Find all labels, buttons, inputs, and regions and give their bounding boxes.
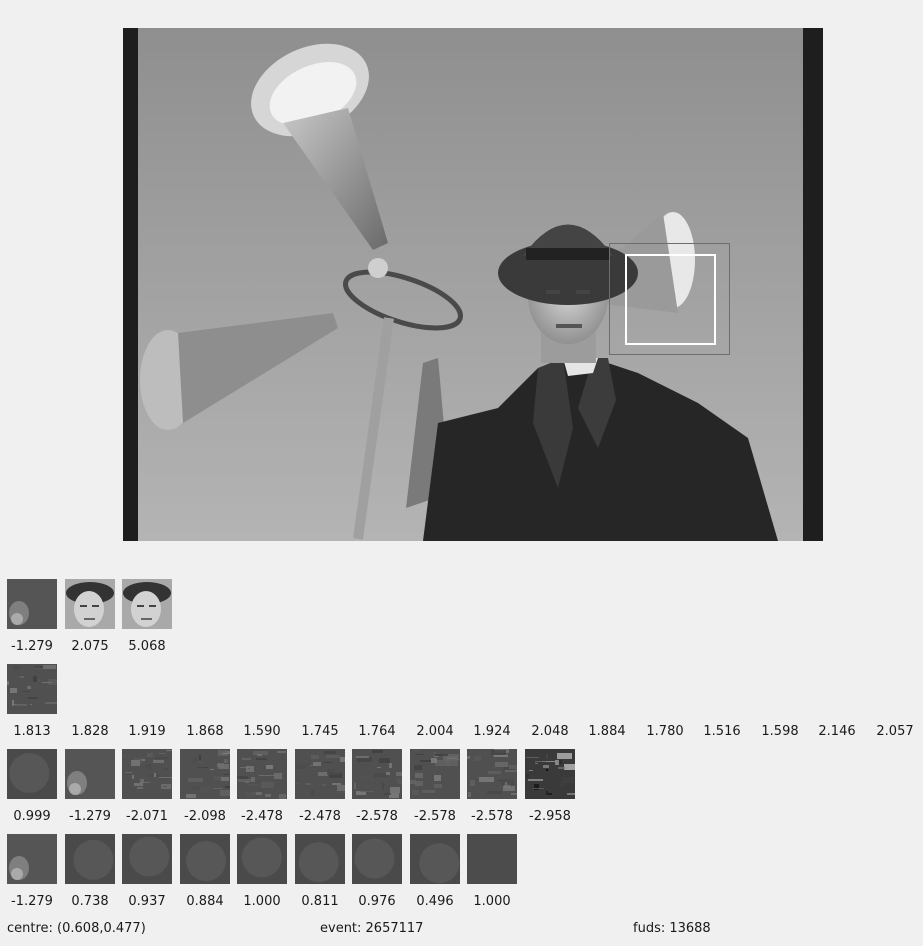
thumbnail-value-label: 2.004: [416, 724, 454, 739]
thumbnail: [7, 664, 57, 714]
thumbnail-value-label: -2.578: [356, 809, 398, 824]
thumbnail-value-label: 1.000: [243, 894, 281, 909]
thumbnail-value-label: 1.884: [588, 724, 626, 739]
thumbnail: [65, 834, 115, 884]
event-readout: event: 2657117: [320, 921, 424, 936]
thumbnail: [467, 749, 517, 799]
thumbnail-value-label: -2.578: [471, 809, 513, 824]
thumbnail: [180, 749, 230, 799]
thumbnail-value-label: 1.598: [761, 724, 799, 739]
thumbnail: [7, 749, 57, 799]
thumbnail: [410, 749, 460, 799]
thumbnail: [295, 834, 345, 884]
thumbnail-value-label: 1.000: [473, 894, 511, 909]
thumbnail: [467, 834, 517, 884]
thumbnail-value-label: 1.813: [13, 724, 51, 739]
thumbnail: [65, 749, 115, 799]
thumbnail-value-label: 1.516: [703, 724, 741, 739]
thumbnail: [180, 834, 230, 884]
thumbnail: [237, 834, 287, 884]
thumbnail-value-label: 5.068: [128, 639, 166, 654]
fuds-readout: fuds: 13688: [633, 921, 711, 936]
thumbnail-value-label: -1.279: [69, 809, 111, 824]
thumbnail-value-label: 1.924: [473, 724, 511, 739]
thumbnail-value-label: -2.478: [241, 809, 283, 824]
thumbnail-value-label: -2.958: [529, 809, 571, 824]
thumbnail: [122, 749, 172, 799]
thumbnail-value-label: -2.098: [184, 809, 226, 824]
thumbnail: [352, 834, 402, 884]
thumbnail-value-label: 0.999: [13, 809, 51, 824]
thumbnail-value-label: 0.937: [128, 894, 166, 909]
thumbnail-value-label: 1.868: [186, 724, 224, 739]
thumbnail-value-label: -1.279: [11, 894, 53, 909]
thumbnail-value-label: 1.780: [646, 724, 684, 739]
thumbnail: [352, 749, 402, 799]
status-bar: centre: (0.608,0.477) event: 2657117 fud…: [0, 921, 923, 939]
thumbnail-value-label: 2.146: [818, 724, 856, 739]
thumbnail-value-label: -2.578: [414, 809, 456, 824]
thumbnail-value-label: 1.745: [301, 724, 339, 739]
centre-readout: centre: (0.608,0.477): [7, 921, 146, 936]
thumbnail: [237, 749, 287, 799]
thumbnail-value-label: 1.919: [128, 724, 166, 739]
thumbnail-value-label: 1.828: [71, 724, 109, 739]
region-inner-box: [625, 254, 716, 345]
thumbnail-value-label: 1.590: [243, 724, 281, 739]
thumbnail-value-label: -1.279: [11, 639, 53, 654]
thumbnail: [410, 834, 460, 884]
thumbnail-value-label: 0.811: [301, 894, 339, 909]
thumbnail-value-label: 2.048: [531, 724, 569, 739]
thumbnail-value-label: -2.071: [126, 809, 168, 824]
thumbnail-value-label: -2.478: [299, 809, 341, 824]
thumbnail: [7, 579, 57, 629]
thumbnail-value-label: 2.075: [71, 639, 109, 654]
thumbnail: [7, 834, 57, 884]
thumbnail-value-label: 0.976: [358, 894, 396, 909]
thumbnail: [122, 834, 172, 884]
thumbnail-value-label: 0.496: [416, 894, 454, 909]
thumbnail-value-label: 1.764: [358, 724, 396, 739]
thumbnail: [525, 749, 575, 799]
thumbnail-value-label: 0.738: [71, 894, 109, 909]
thumbnail-value-label: 2.057: [876, 724, 914, 739]
image-viewer[interactable]: [123, 28, 823, 541]
thumbnail-value-label: 0.884: [186, 894, 224, 909]
thumbnail: [295, 749, 345, 799]
thumbnail: [122, 579, 172, 629]
thumbnail: [65, 579, 115, 629]
